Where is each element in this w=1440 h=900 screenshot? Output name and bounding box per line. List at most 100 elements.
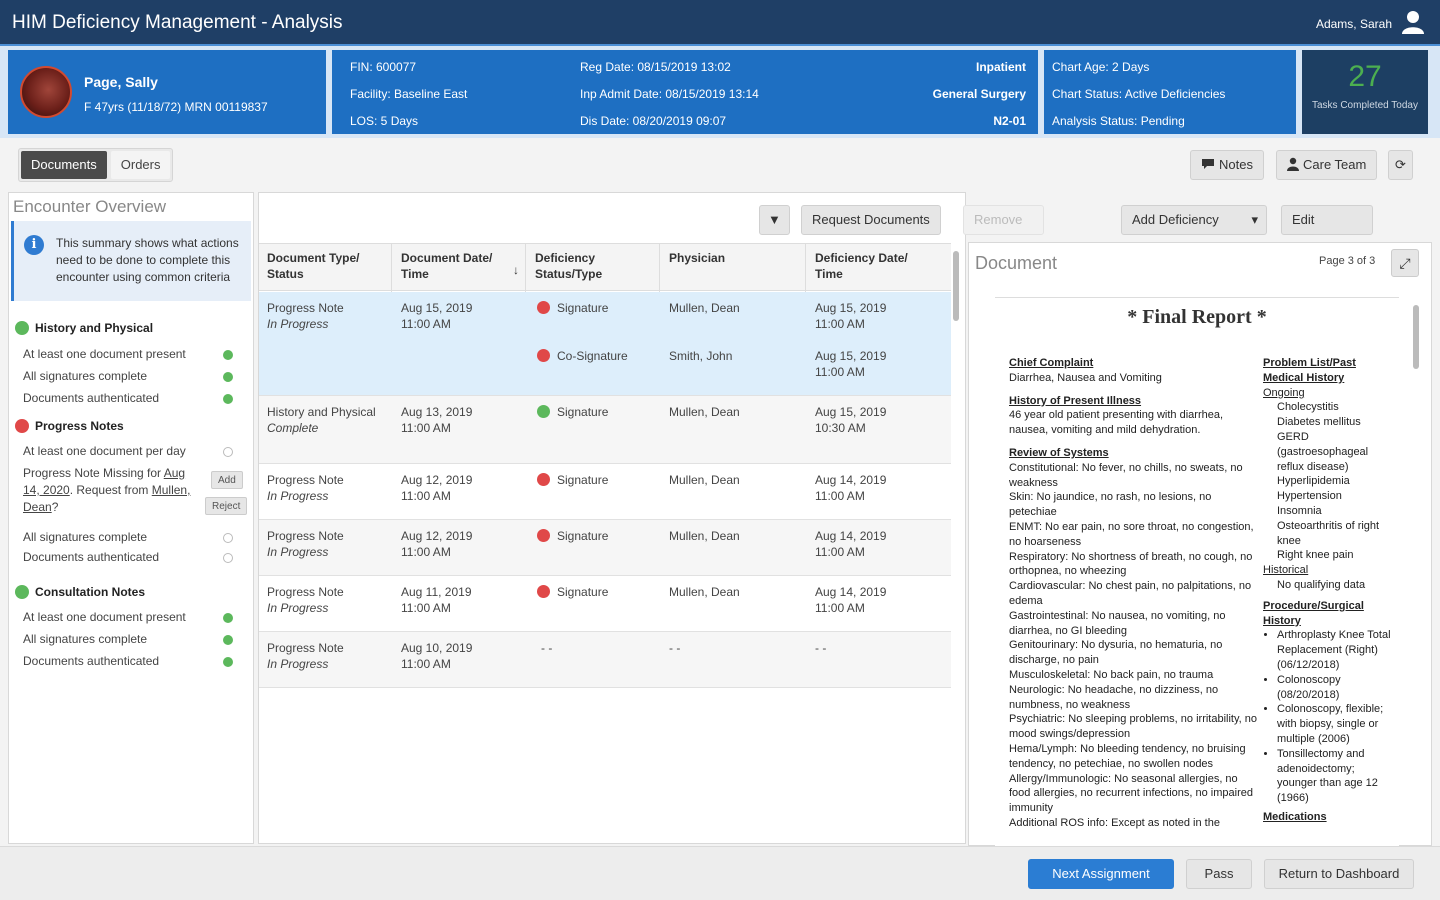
reject-button[interactable]: Reject [205,497,248,515]
document-date: Aug 12, 2019 [401,529,473,543]
document-time: 11:00 AM [401,317,451,331]
document-date-time: Aug 12, 2019 11:00 AM [401,472,472,504]
overview-info-text: This summary shows what actions need to … [56,236,239,284]
expand-button[interactable]: ⤢ [1391,249,1419,277]
care-team-button[interactable]: Care Team [1276,150,1378,180]
return-to-dashboard-button[interactable]: Return to Dashboard [1264,859,1414,889]
criterion-status-dot [223,553,233,563]
request-documents-button[interactable]: Request Documents [801,205,941,235]
status-dot [15,321,29,335]
encounter-type: Inpatient [976,60,1026,74]
criterion-status-dot [223,635,233,645]
section-title: History and Physical [35,321,154,335]
pass-button[interactable]: Pass [1186,859,1252,889]
deficiency-date: Aug 14, 2019 [815,585,887,599]
hpi-heading: History of Present Illness [1009,394,1142,407]
criterion-status-dot [223,372,233,382]
criterion: All signatures complete [23,632,148,646]
table-row[interactable]: Progress Note In Progress Aug 15, 2019 11:0… [259,292,951,396]
report-title: * Final Report * [1127,306,1267,328]
criterion-status-dot [223,350,233,360]
title-bar: HIM Deficiency Management - Analysis Ada… [0,0,1440,46]
refresh-button[interactable]: ⟳ [1388,150,1413,180]
medical-service: General Surgery [932,87,1026,101]
section-history-and-physical[interactable]: History and Physical [15,321,153,335]
column-header-physician[interactable]: Physician [669,250,725,266]
tab-documents[interactable]: Documents [21,151,107,179]
historical-item: No qualifying data [1277,578,1366,591]
historical-label: Historical [1263,564,1309,577]
column-header-type-status[interactable]: Document Type/ Status [267,250,387,282]
care-team-button-label: Care Team [1303,157,1367,172]
column-divider [391,244,392,292]
location: N2-01 [993,114,1026,128]
analysis-status: Analysis Status: Pending [1052,114,1185,128]
column-header-doc-date[interactable]: Document Date/ Time [401,250,511,282]
document-date-time: Aug 15, 2019 11:00 AM [401,300,472,332]
table-row[interactable]: History and Physical Complete Aug 13, 2019… [259,396,951,464]
physician-name: Mullen, Dean [669,301,740,315]
table-row[interactable]: Progress Note In Progress Aug 12, 2019 11:0… [259,464,951,520]
report-main-column: Chief Complaint Diarrhea, Nausea and Vomi… [1009,356,1259,839]
next-assignment-button[interactable]: Next Assignment [1028,859,1174,889]
physician-name: Mullen, Dean [669,405,740,419]
deficiency-status-dot [537,301,550,314]
document-date: Aug 11, 2019 [401,585,472,599]
patient-banner: Page, Sally F 47yrs (11/18/72) MRN 00119… [0,46,1440,138]
deficiency-time: 10:30 AM [815,421,866,435]
tab-orders[interactable]: Orders [110,151,171,179]
info-icon: i [24,235,44,255]
add-button[interactable]: Add [211,471,243,489]
patient-name[interactable]: Page, Sally [84,74,158,90]
deficiency-date: Aug 15, 2019 [815,405,887,419]
edit-deficiencies-button[interactable]: Edit Deficiencies [1281,205,1374,255]
problem-list-heading: Problem List/Past Medical History [1263,357,1356,384]
notes-button[interactable]: Notes [1190,150,1264,180]
filter-button[interactable]: ▼ [759,205,790,235]
procedure-item: Colonoscopy (08/20/2018) [1277,673,1395,703]
ros-item: Constitutional: No fever, no chills, no … [1009,461,1243,489]
deficiency-date: - - [815,641,827,655]
document-status: In Progress [267,317,329,331]
column-divider [525,244,526,292]
document-type: History and Physical [267,405,376,419]
table-scrollbar[interactable] [953,251,959,321]
user-icon[interactable] [1402,10,1424,34]
document-status: In Progress [267,657,329,671]
ros-item: Respiratory: No shortness of breath, no … [1009,550,1253,578]
document-scrollbar[interactable] [1413,305,1419,369]
table-row[interactable]: Progress Note In Progress Aug 10, 2019 11:0… [259,632,951,688]
document-date-time: Aug 10, 2019 11:00 AM [401,640,472,672]
sort-descending-icon[interactable]: ↓ [513,262,519,278]
document-time: 11:00 AM [401,545,451,559]
deficiency-time: 11:00 AM [815,365,865,379]
deficiency-date: Aug 15, 2019 [815,349,887,363]
overview-info-box: i This summary shows what actions need t… [11,221,251,301]
column-header-deficiency-date[interactable]: Deficiency Date/ Time [815,250,933,282]
user-name[interactable]: Adams, Sarah [1316,17,1392,31]
add-deficiency-button[interactable]: Add Deficiency ▾ [1121,205,1267,235]
encounter-overview-title: Encounter Overview [13,197,167,216]
document-page: * Final Report * Chief Complaint Diarrhea… [995,297,1399,847]
table-row[interactable]: Progress Note In Progress Aug 12, 2019 11:0… [259,520,951,576]
deficiency-status-dot [537,529,550,542]
problem-item: Insomnia [1277,504,1322,517]
status-dot [15,419,29,433]
procedure-item: Tonsillectomy and adenoidectomy; younger… [1277,747,1395,806]
section-consultation-notes[interactable]: Consultation Notes [15,585,145,599]
criterion: Documents authenticated [23,550,160,564]
tasks-completed-label: Tasks Completed Today [1312,100,1418,111]
deficiency-date: Aug 14, 2019 [815,473,887,487]
column-header-deficiency-status[interactable]: Deficiency Status/Type [535,250,645,282]
deficiency-date-time: - - [815,640,826,656]
table-row[interactable]: Progress Note In Progress Aug 11, 2019 11:0… [259,576,951,632]
chevron-down-icon[interactable]: ▾ [1251,206,1258,234]
expand-icon: ⤢ [1399,255,1411,271]
document-status: In Progress [267,489,329,503]
procedure-item: Arthroplasty Knee Total Replacement (Rig… [1277,628,1395,672]
remove-document-button[interactable]: Remove Document [963,205,1045,255]
tasks-completed-panel: 27 Tasks Completed Today [1302,50,1428,134]
criterion: At least one document present [23,347,186,361]
chief-complaint-heading: Chief Complaint [1009,357,1094,369]
section-progress-notes[interactable]: Progress Notes [15,419,124,433]
